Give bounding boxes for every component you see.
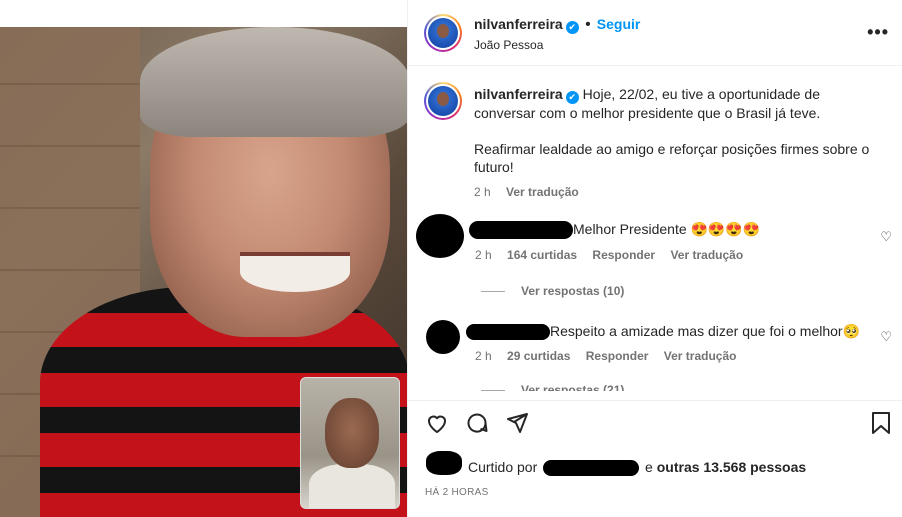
commenter-name-redacted[interactable] [466, 324, 550, 341]
share-icon[interactable] [505, 411, 529, 441]
comment-1-time[interactable]: 2 h [475, 248, 492, 262]
video-call-pip [300, 377, 400, 509]
location-link[interactable]: João Pessoa [474, 38, 543, 52]
others-likes-link[interactable]: outras 13.568 pessoas [657, 459, 806, 475]
post-panel: nilvanferreira ✔ • Seguir João Pessoa ••• … [407, 0, 902, 517]
caption: nilvanferreira ✔ Hoje, 22/02, eu tive a o… [474, 85, 894, 199]
caption-line-2: conversar com o melhor presidente que o … [474, 105, 821, 121]
caption-line-4: futuro! [474, 159, 514, 175]
username-link[interactable]: nilvanferreira [474, 16, 563, 32]
comment-2-replies[interactable]: Ver respostas (21) [481, 381, 881, 391]
caption-translate[interactable]: Ver tradução [506, 185, 579, 199]
bookmark-icon[interactable] [870, 411, 892, 441]
replies-line [481, 290, 505, 292]
comment-2-reply[interactable]: Responder [586, 349, 649, 363]
comment-1-meta: 2 h 164 curtidas Responder Ver tradução [469, 248, 879, 262]
comment-2: Respeito a amizade mas dizer que foi o m… [466, 322, 881, 391]
pip-shirt [309, 464, 395, 508]
liked-by-prefix: Curtido por [468, 459, 538, 475]
comment-2-time[interactable]: 2 h [475, 349, 492, 363]
avatar[interactable] [424, 14, 462, 52]
comment-2-meta: 2 h 29 curtidas Responder Ver tradução [466, 349, 881, 363]
pip-face [325, 398, 379, 468]
heart-icon[interactable] [425, 411, 449, 441]
follow-button[interactable]: Seguir [597, 16, 641, 32]
comment-2-translate[interactable]: Ver tradução [664, 349, 737, 363]
comment-2-body: Respeito a amizade mas dizer que foi o m… [466, 322, 881, 341]
caption-avatar[interactable] [424, 82, 462, 120]
comment-2-text: Respeito a amizade mas dizer que foi o m… [550, 323, 861, 339]
comment-like-heart-icon[interactable]: ♡ [880, 229, 892, 245]
post-actions: Curtido por e outras 13.568 pessoas HÁ 2… [408, 400, 902, 517]
comment-2-likes[interactable]: 29 curtidas [507, 349, 570, 363]
comment-1-text: Melhor Presidente 😍😍😍😍 [573, 221, 761, 237]
comment-icon[interactable] [465, 411, 489, 441]
caption-line-3: Reafirmar lealdade ao amigo e reforçar p… [474, 141, 870, 157]
comment-1-replies[interactable]: Ver respostas (10) [481, 282, 879, 300]
photo-hair [140, 27, 407, 137]
commenter-avatar-redacted[interactable] [416, 214, 464, 258]
liked-by-suffix: e [645, 459, 653, 475]
caption-username[interactable]: nilvanferreira [474, 86, 563, 102]
replies-line [481, 389, 505, 391]
liker-name-redacted[interactable] [543, 460, 640, 477]
verified-icon: ✔ [565, 21, 579, 34]
post-media[interactable] [0, 0, 407, 517]
verified-icon: ✔ [565, 91, 579, 104]
comment-1-likes[interactable]: 164 curtidas [507, 248, 577, 262]
caption-time[interactable]: 2 h [474, 185, 491, 199]
comment-1-replies-label[interactable]: Ver respostas (10) [521, 284, 624, 298]
caption-line-1: nilvanferreira ✔ Hoje, 22/02, eu tive a o… [474, 85, 894, 104]
comment-1-body: Melhor Presidente 😍😍😍😍 [469, 220, 879, 240]
commenter-avatar-redacted[interactable] [426, 320, 460, 354]
post-time-ago[interactable]: HÁ 2 HORAS [425, 487, 489, 498]
liked-by: Curtido por e outras 13.568 pessoas [468, 459, 806, 477]
dot-separator: • [585, 16, 591, 33]
comment-1-translate[interactable]: Ver tradução [670, 248, 743, 262]
comment-1-reply[interactable]: Responder [592, 248, 655, 262]
post-header: nilvanferreira ✔ • Seguir João Pessoa ••• [408, 0, 902, 66]
caption-meta: 2 h Ver tradução [474, 185, 894, 199]
caption-text-1: Hoje, 22/02, eu tive a oportunidade de [582, 86, 821, 102]
more-options-icon[interactable]: ••• [867, 22, 889, 43]
comment-2-replies-label[interactable]: Ver respostas (21) [521, 383, 624, 391]
comment-like-heart-icon[interactable]: ♡ [880, 329, 892, 345]
photo-mouth [240, 252, 350, 292]
liker-avatar-redacted[interactable] [426, 451, 462, 475]
commenter-name-redacted[interactable] [469, 221, 573, 240]
header-title-row: nilvanferreira ✔ • Seguir [474, 16, 640, 34]
comment-1: Melhor Presidente 😍😍😍😍 2 h 164 curtidas … [469, 220, 879, 300]
